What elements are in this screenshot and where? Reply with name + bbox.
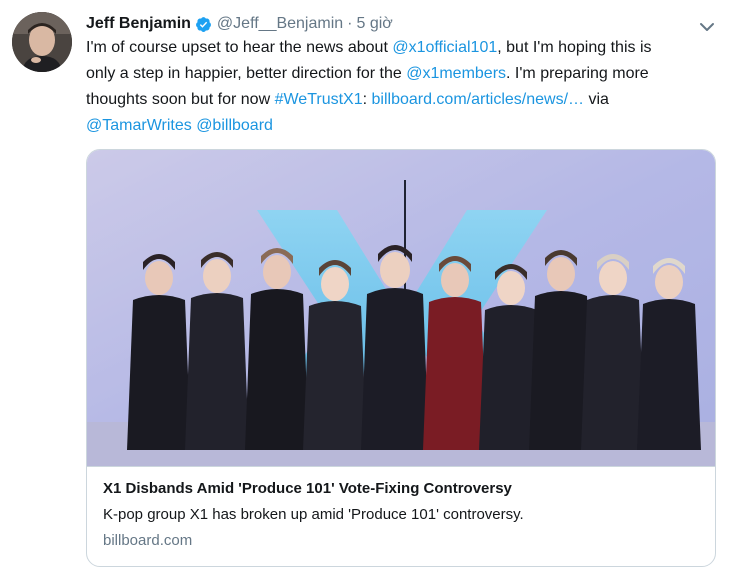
mention-link[interactable]: @x1members bbox=[406, 65, 506, 82]
avatar[interactable] bbox=[12, 12, 72, 72]
text-segment: via bbox=[584, 91, 609, 108]
separator-dot: · bbox=[347, 15, 353, 32]
text-segment: . I'm preparing more bbox=[506, 65, 649, 82]
author-name[interactable]: Jeff Benjamin bbox=[86, 15, 191, 33]
tweet-header: Jeff Benjamin @Jeff__Benjamin · 5 giờ bbox=[86, 12, 393, 36]
tweet[interactable]: Jeff Benjamin @Jeff__Benjamin · 5 giờ I'… bbox=[0, 0, 733, 567]
link-preview-card[interactable]: X1 Disbands Amid 'Produce 101' Vote-Fixi… bbox=[86, 149, 716, 567]
card-image[interactable] bbox=[87, 150, 715, 466]
text-segment: , but I'm hoping this is bbox=[497, 39, 652, 56]
url-link[interactable]: billboard.com/articles/news/… bbox=[372, 91, 585, 108]
author-handle[interactable]: @Jeff__Benjamin bbox=[217, 15, 343, 33]
hashtag-link[interactable]: #WeTrustX1 bbox=[275, 91, 363, 108]
verified-badge-icon bbox=[195, 16, 212, 33]
mention-link[interactable]: @billboard bbox=[196, 117, 273, 134]
mention-link[interactable]: @x1official101 bbox=[392, 39, 497, 56]
text-segment: only a step in happier, better direction… bbox=[86, 65, 407, 82]
tweet-timestamp[interactable]: 5 giờ bbox=[357, 15, 393, 33]
card-body: X1 Disbands Amid 'Produce 101' Vote-Fixi… bbox=[87, 466, 715, 551]
card-domain: billboard.com bbox=[103, 532, 193, 549]
tweet-text-line: only a step in happier, better direction… bbox=[86, 61, 726, 87]
tweet-text-line: thoughts soon but for now #WeTrustX1: bi… bbox=[86, 87, 726, 113]
tweet-text: I'm of course upset to hear the news abo… bbox=[86, 35, 726, 139]
text-segment: I'm of course upset to hear the news abo… bbox=[86, 39, 393, 56]
tweet-text-line: @TamarWrites @billboard bbox=[86, 113, 726, 139]
text-segment: : bbox=[362, 91, 372, 108]
card-description: K-pop group X1 has broken up amid 'Produ… bbox=[103, 506, 524, 523]
mention-link[interactable]: @TamarWrites bbox=[86, 117, 192, 134]
tweet-text-line: I'm of course upset to hear the news abo… bbox=[86, 35, 726, 61]
card-title[interactable]: X1 Disbands Amid 'Produce 101' Vote-Fixi… bbox=[103, 479, 701, 499]
text-segment: thoughts soon but for now bbox=[86, 91, 275, 108]
